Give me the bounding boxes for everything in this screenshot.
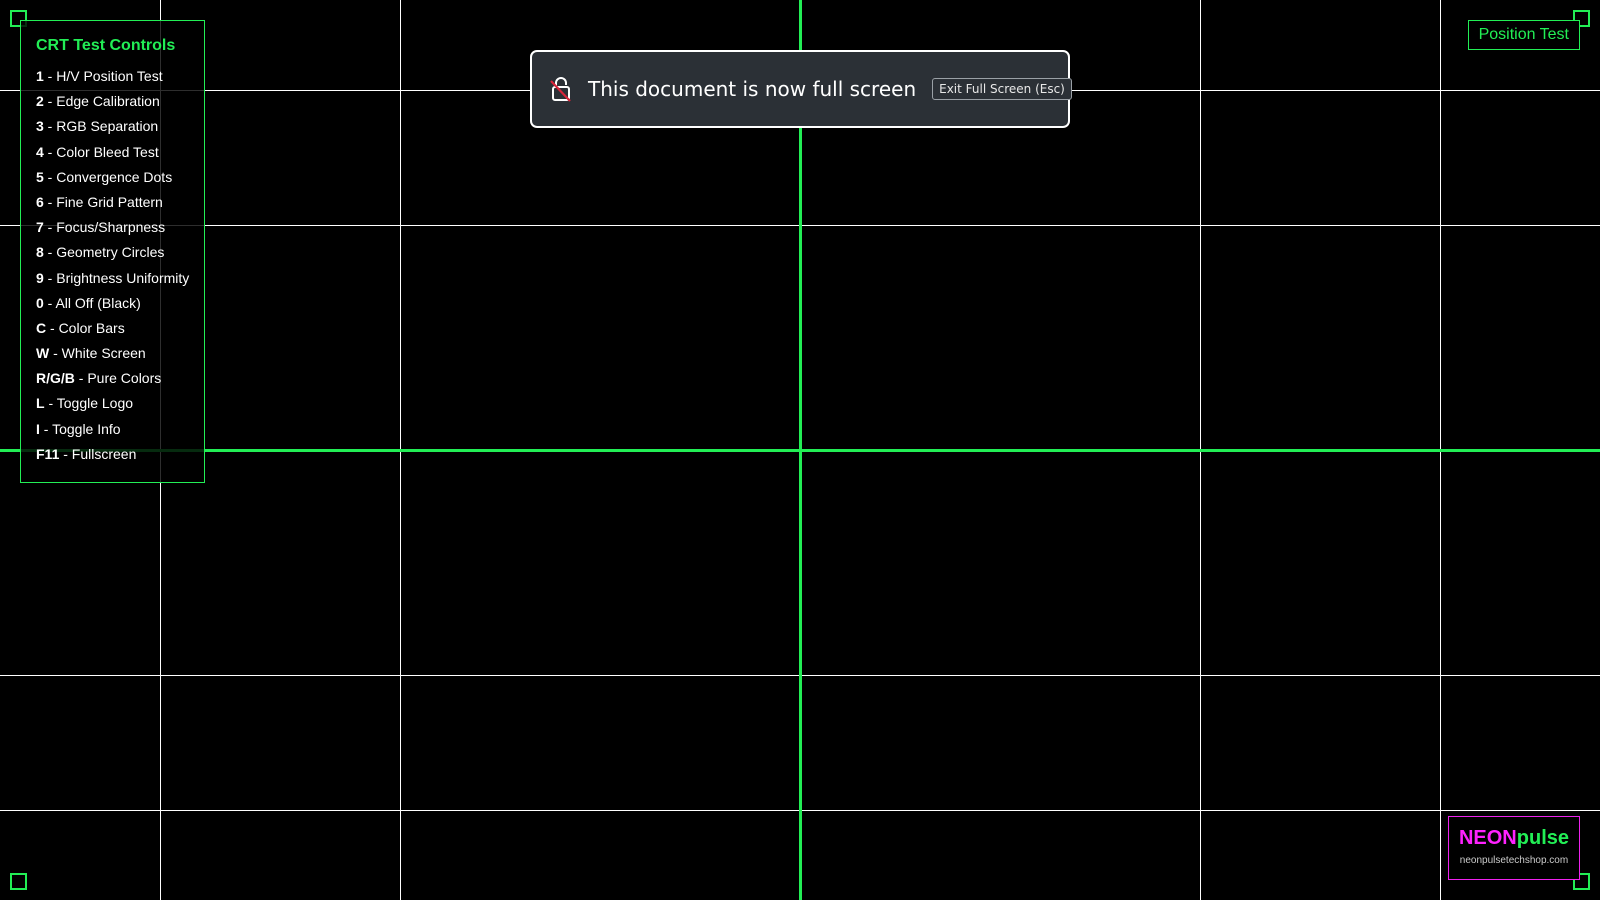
control-key: 2 — [36, 93, 44, 110]
control-item: C - Color Bars — [36, 320, 204, 345]
control-key: L — [36, 395, 45, 412]
control-item: F11 - Fullscreen — [36, 446, 204, 471]
control-label: - Fullscreen — [59, 445, 137, 462]
exit-fullscreen-button[interactable]: Exit Full Screen (Esc) — [932, 78, 1072, 100]
control-key: C — [36, 319, 47, 336]
control-item: R/G/B - Pure Colors — [36, 370, 204, 395]
control-item: 3 - RGB Separation — [36, 118, 204, 143]
logo-url: neonpulsetechshop.com — [1459, 855, 1569, 866]
fullscreen-lock-icon — [548, 75, 574, 103]
control-label: - All Off (Black) — [43, 294, 141, 311]
control-label: - Color Bleed Test — [43, 143, 159, 160]
control-label: - Fine Grid Pattern — [43, 193, 163, 210]
control-key: 9 — [36, 269, 44, 286]
control-key: F11 — [36, 445, 60, 462]
logo-wordmark: NEONpulse — [1449, 827, 1579, 849]
control-item: 0 - All Off (Black) — [36, 295, 204, 320]
control-label: - Brightness Uniformity — [43, 269, 190, 286]
position-test-label: Position Test — [1467, 20, 1580, 50]
control-key: 3 — [36, 118, 44, 135]
control-key: 4 — [36, 143, 44, 160]
control-item: 5 - Convergence Dots — [36, 169, 204, 194]
center-line-horizontal — [0, 449, 1600, 452]
control-key: 5 — [36, 168, 44, 185]
control-item: 8 - Geometry Circles — [36, 244, 204, 269]
control-label: - Pure Colors — [74, 370, 162, 387]
control-item: 2 - Edge Calibration — [36, 93, 204, 118]
control-item: 6 - Fine Grid Pattern — [36, 194, 204, 219]
controls-list: 1 - H/V Position Test 2 - Edge Calibratio… — [36, 68, 204, 471]
control-label: - Geometry Circles — [43, 244, 165, 261]
control-label: - Color Bars — [46, 319, 125, 336]
control-item: 7 - Focus/Sharpness — [36, 219, 204, 244]
control-item: W - White Screen — [36, 345, 204, 370]
brand-logo: NEONpulse neonpulsetechshop.com — [1448, 816, 1580, 880]
logo-neon-text: NEON — [1458, 827, 1517, 849]
control-key: W — [36, 345, 50, 362]
control-key: 6 — [36, 193, 44, 210]
control-label: - Focus/Sharpness — [43, 219, 166, 236]
control-key: 1 — [36, 68, 44, 84]
logo-pulse-text: pulse — [1516, 827, 1570, 849]
controls-title: CRT Test Controls — [36, 37, 176, 54]
corner-marker-bottom-left — [10, 873, 27, 890]
control-label: - RGB Separation — [43, 118, 159, 135]
control-key: 0 — [36, 294, 44, 311]
controls-panel: CRT Test Controls 1 - H/V Position Test 2… — [20, 20, 205, 483]
fullscreen-notification: This document is now full screen Exit Fu… — [530, 50, 1072, 128]
control-item: I - Toggle Info — [36, 421, 204, 446]
control-item: L - Toggle Logo — [36, 395, 204, 420]
control-label: - Convergence Dots — [43, 168, 173, 185]
control-key: 8 — [36, 244, 44, 261]
control-label: - H/V Position Test — [43, 68, 163, 84]
control-label: - White Screen — [49, 345, 146, 362]
control-item: 9 - Brightness Uniformity — [36, 270, 204, 295]
control-item: 4 - Color Bleed Test — [36, 144, 204, 169]
control-label: - Toggle Info — [39, 420, 121, 437]
control-label: - Toggle Logo — [44, 395, 134, 412]
control-item: 1 - H/V Position Test — [36, 68, 204, 93]
control-label: - Edge Calibration — [43, 93, 160, 110]
control-key: 7 — [36, 219, 44, 236]
fullscreen-message: This document is now full screen — [588, 77, 917, 101]
control-key: R/G/B — [36, 370, 75, 387]
